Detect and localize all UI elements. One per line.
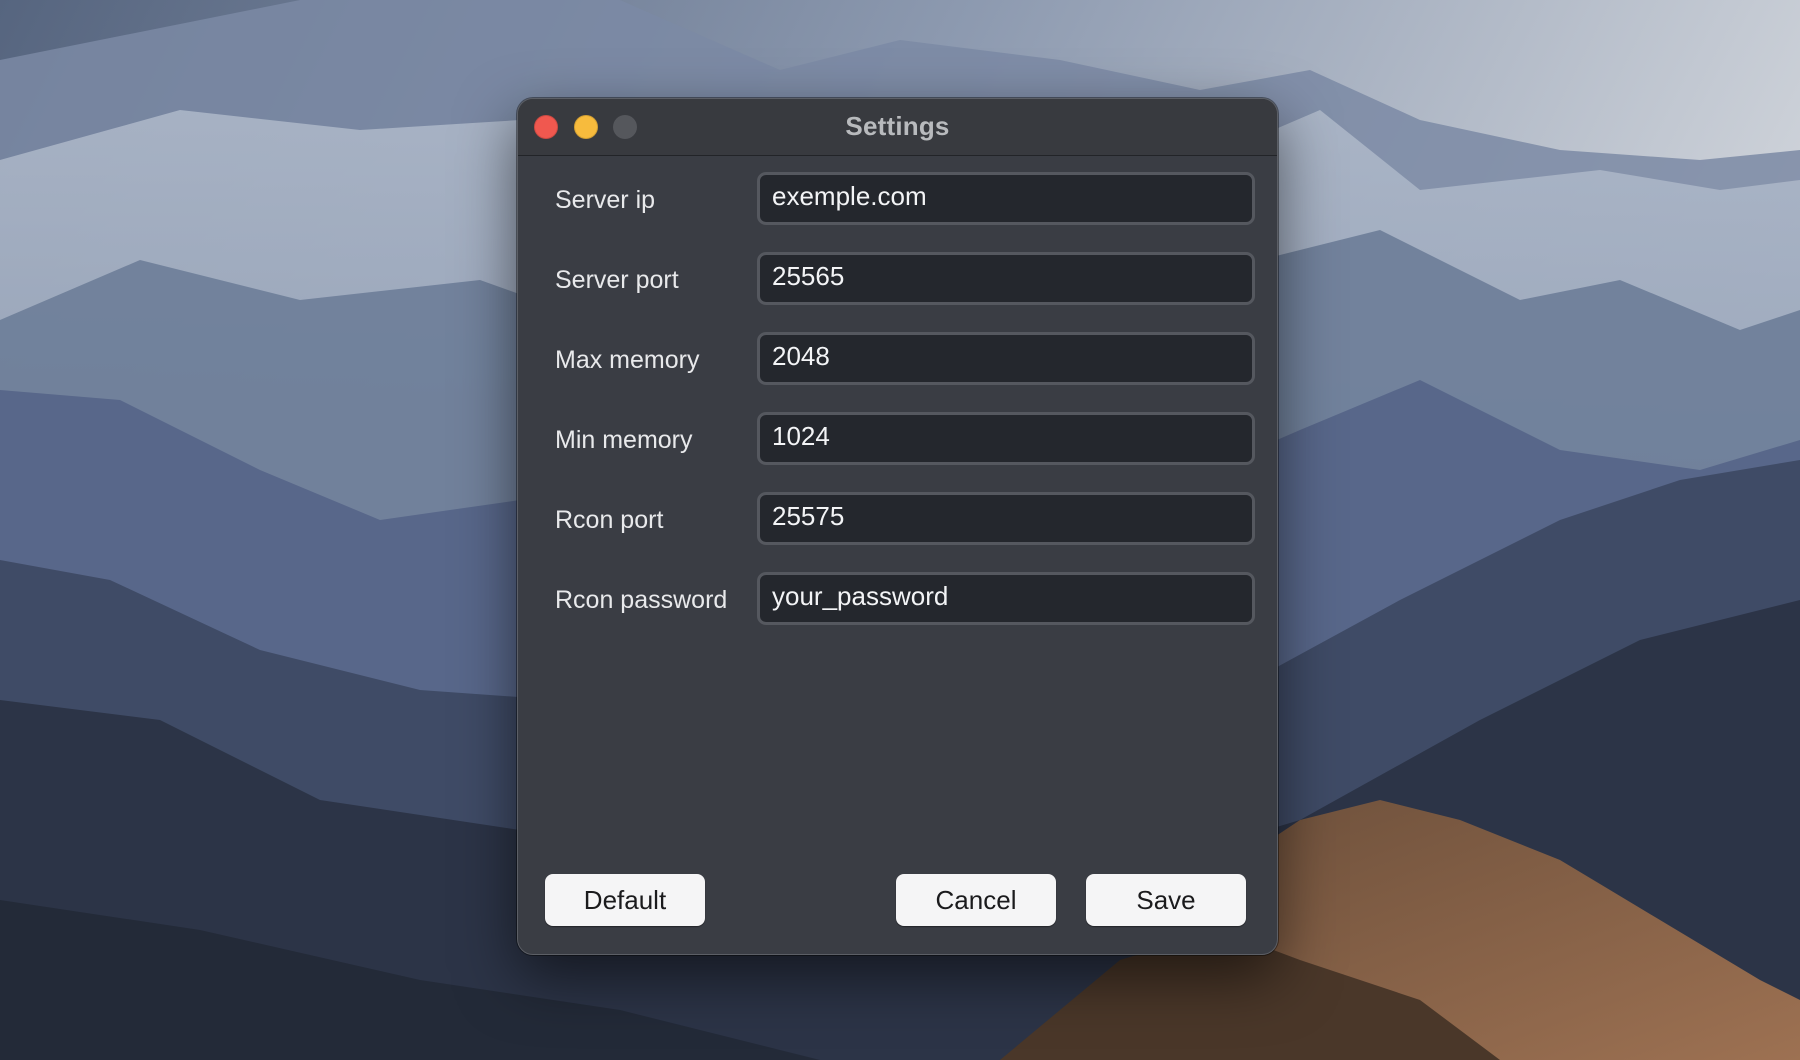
field-row-rcon-password: Rcon password [518,572,1277,628]
window-titlebar[interactable]: Settings [518,99,1277,156]
field-row-server-ip: Server ip [518,172,1277,228]
rcon-password-label: Rcon password [555,586,728,614]
window-title: Settings [845,111,950,141]
field-row-min-memory: Min memory [518,412,1277,468]
save-button[interactable]: Save [1086,874,1246,926]
server-ip-label: Server ip [555,186,656,214]
default-button[interactable]: Default [545,874,705,926]
rcon-port-input[interactable] [757,492,1255,545]
rcon-port-label: Rcon port [555,506,664,534]
field-row-server-port: Server port [518,252,1277,308]
cancel-button[interactable]: Cancel [896,874,1056,926]
server-port-label: Server port [555,266,679,294]
server-port-input[interactable] [757,252,1255,305]
field-row-max-memory: Max memory [518,332,1277,388]
max-memory-input[interactable] [757,332,1255,385]
rcon-password-input[interactable] [757,572,1255,625]
server-ip-input[interactable] [757,172,1255,225]
min-memory-label: Min memory [555,426,693,454]
max-memory-label: Max memory [555,346,700,374]
field-row-rcon-port: Rcon port [518,492,1277,548]
settings-window: Settings Server ip Server port Max memor… [517,98,1278,955]
min-memory-input[interactable] [757,412,1255,465]
